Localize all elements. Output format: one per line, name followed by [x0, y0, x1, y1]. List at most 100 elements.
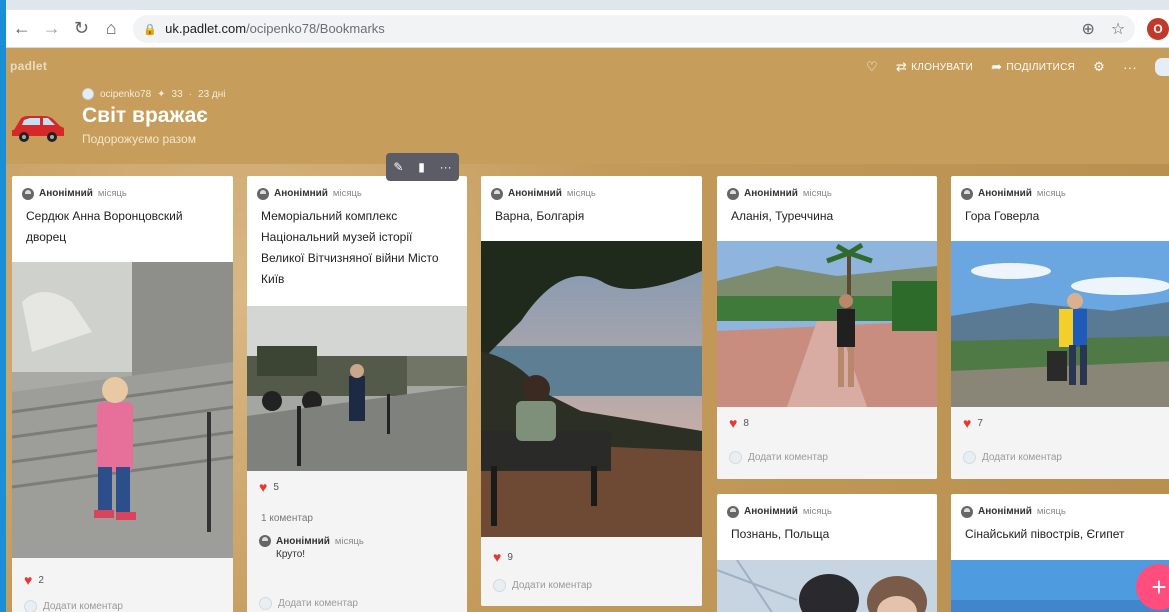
post-footer: ♥ 9 Додати коментар: [481, 537, 702, 606]
post-title: Сердюк Анна Воронцовский дворец: [26, 209, 183, 244]
forward-arrow-icon[interactable]: →: [38, 15, 66, 43]
post-author: Анонімний: [274, 188, 328, 199]
post-photo[interactable]: [717, 560, 937, 612]
header-actions: ♡ ⇄ КЛОНУВАТИ ➦ ПОДІЛИТИСЯ ⚙ ···: [866, 58, 1169, 76]
comment-count[interactable]: 1 коментар: [261, 513, 313, 524]
palace-photo: [12, 262, 233, 558]
padlet-header: padlet ♡ ⇄ КЛОНУВАТИ ➦ ПОДІЛИТИСЯ ⚙ ··· oc…: [6, 48, 1169, 164]
poznan-photo: [717, 560, 937, 612]
add-comment-label: Додати коментар: [512, 580, 592, 591]
settings-button[interactable]: ⚙: [1093, 59, 1105, 75]
padlet-board: Анонімний місяць Сердюк Анна Воронцовски…: [6, 164, 1169, 612]
post-likes[interactable]: ♥ 9: [493, 549, 513, 565]
share-button[interactable]: ➦ ПОДІЛИТИСЯ: [991, 59, 1075, 75]
post-card[interactable]: Анонімний місяць Познань, Польща: [717, 494, 937, 612]
post-card[interactable]: Анонімний місяць Гора Говерла ♥ 7 Додати…: [951, 176, 1169, 479]
back-arrow-icon[interactable]: ←: [8, 15, 36, 43]
address-bar: ← → ↻ ⌂ 🔒 uk.padlet.com/ocipenko78/Bookm…: [6, 10, 1169, 48]
post-photo[interactable]: [951, 241, 1169, 407]
post-card[interactable]: Анонімний місяць Аланія, Туреччина ♥ 8 Д…: [717, 176, 937, 479]
commenter-avatar-icon: [729, 451, 742, 464]
add-comment[interactable]: Додати коментар: [963, 451, 1062, 464]
padlet-age: 23 дні: [198, 88, 226, 100]
like-count: 8: [743, 417, 749, 429]
anonymous-user-icon: [491, 187, 503, 200]
anonymous-user-icon: [259, 535, 271, 547]
heart-icon: ♥: [963, 415, 972, 431]
comment-text: Круто!: [276, 549, 306, 560]
post-photo[interactable]: [247, 306, 467, 471]
like-count: 9: [507, 551, 513, 563]
post-author: Анонімний: [978, 188, 1032, 199]
post-likes[interactable]: ♥ 7: [963, 415, 983, 431]
home-icon[interactable]: ⌂: [97, 15, 125, 43]
padlet-likes: 33: [171, 88, 183, 100]
profile-avatar[interactable]: O: [1147, 17, 1169, 40]
more-dots-icon: ···: [1123, 59, 1137, 75]
post-likes[interactable]: ♥ 2: [24, 572, 44, 588]
clone-label: КЛОНУВАТИ: [911, 61, 974, 73]
star-icon[interactable]: ☆: [1111, 19, 1125, 39]
plus-icon: +: [1151, 571, 1167, 602]
gear-icon: ⚙: [1093, 59, 1106, 74]
add-comment[interactable]: Додати коментар: [493, 579, 592, 592]
like-count: 2: [38, 574, 44, 586]
share-arrow-icon: ➦: [991, 59, 1003, 74]
add-comment-label: Додати коментар: [43, 601, 123, 612]
heart-icon: ♥: [729, 415, 738, 431]
heart-icon: ♥: [24, 572, 33, 588]
post-author: Анонімний: [744, 506, 798, 517]
post-footer: ♥ 2 Додати коментар: [12, 558, 233, 612]
post-photo[interactable]: [481, 241, 702, 537]
red-car-icon: [12, 116, 64, 142]
owner-name[interactable]: ocipenko78: [100, 89, 151, 100]
lock-icon: 🔒: [143, 23, 157, 36]
post-author: Анонімний: [508, 188, 562, 199]
post-author: Анонімний: [744, 188, 798, 199]
add-comment-label: Додати коментар: [982, 452, 1062, 463]
post-author: Анонімний: [978, 506, 1032, 517]
post-likes[interactable]: ♥ 5: [259, 479, 279, 495]
post-time: місяць: [802, 506, 832, 517]
add-bookmark-plus-icon[interactable]: ⊕: [1081, 19, 1094, 39]
post-likes[interactable]: ♥ 8: [729, 415, 749, 431]
padlet-logo[interactable]: padlet: [10, 59, 47, 73]
post-title: Сінайський півострів, Єгипет: [965, 527, 1125, 541]
like-count: 5: [273, 481, 279, 493]
like-button[interactable]: ♡: [866, 59, 878, 75]
post-header: Анонімний місяць: [12, 176, 233, 200]
post-title: Аланія, Туреччина: [731, 209, 834, 223]
post-time: місяць: [802, 188, 832, 199]
post-footer: ♥ 5 1 коментар Анонімний місяць Круто! Д…: [247, 471, 467, 612]
post-card[interactable]: Анонімний місяць Варна, Болгарія ♥ 9 Дод…: [481, 176, 702, 606]
heart-outline-icon: ♡: [866, 59, 878, 74]
anonymous-user-icon: [257, 187, 269, 200]
post-author: Анонімний: [39, 188, 93, 199]
reload-icon[interactable]: ↻: [68, 15, 96, 43]
post-title: Варна, Болгарія: [495, 209, 585, 223]
add-comment[interactable]: Додати коментар: [729, 451, 828, 464]
trash-icon[interactable]: ▮: [418, 160, 425, 174]
commenter-avatar-icon: [259, 597, 272, 610]
url-field[interactable]: 🔒 uk.padlet.com/ocipenko78/Bookmarks ⊕ ☆: [133, 14, 1136, 43]
clone-button[interactable]: ⇄ КЛОНУВАТИ: [896, 59, 973, 75]
anonymous-user-icon: [727, 187, 739, 200]
post-card[interactable]: Анонімний місяць Сердюк Анна Воронцовски…: [12, 176, 233, 612]
add-comment-label: Додати коментар: [278, 598, 358, 609]
add-comment[interactable]: Додати коментар: [259, 597, 358, 610]
pencil-icon[interactable]: ✎: [393, 160, 403, 174]
post-photo[interactable]: [12, 262, 233, 558]
museum-photo: [247, 306, 467, 471]
add-comment-label: Додати коментар: [748, 452, 828, 463]
anonymous-user-icon: [961, 505, 973, 518]
post-photo[interactable]: [717, 241, 937, 407]
more-dots-icon[interactable]: ···: [440, 160, 452, 174]
post-card[interactable]: Анонімний місяць Меморіальний комплекс Н…: [247, 176, 467, 612]
heart-icon: ♥: [259, 479, 268, 495]
padlet-meta: ocipenko78 ✦ 33 · 23 дні: [82, 88, 226, 100]
user-avatar[interactable]: [1155, 58, 1169, 76]
more-button[interactable]: ···: [1123, 60, 1137, 75]
browser-window: ← → ↻ ⌂ 🔒 uk.padlet.com/ocipenko78/Bookm…: [6, 0, 1169, 612]
add-comment[interactable]: Додати коментар: [24, 600, 123, 612]
user-avatar-icon: [1155, 58, 1169, 76]
